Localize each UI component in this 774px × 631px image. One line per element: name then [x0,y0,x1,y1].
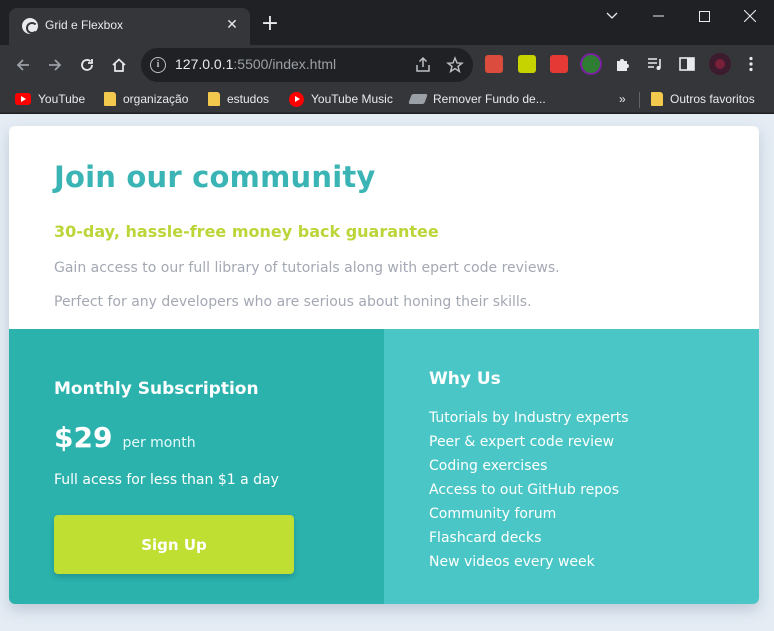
list-item: Community forum [429,506,557,522]
bookmark-label: estudos [227,92,270,106]
browser-tab[interactable]: Grid e Flexbox ✕ [9,8,250,45]
forward-icon[interactable] [43,53,67,77]
price-period: per month [122,435,196,451]
list-item: Coding exercises [429,458,548,474]
guarantee-subtitle: 30-day, hassle-free money back guarantee [54,222,439,241]
price-row: $29 per month [54,421,196,454]
why-us-list: Tutorials by Industry experts Peer & exp… [429,406,629,574]
card-top-section: Join our community 30-day, hassle-free m… [9,126,759,329]
minimize-icon[interactable] [635,0,681,32]
site-info-icon[interactable]: i [150,57,166,73]
bookmark-remover-fundo[interactable]: Remover Fundo de... [408,90,546,108]
bookmarks-separator [639,92,640,108]
browser-toolbar: i 127.0.0.1:5500/index.html [0,45,774,85]
reload-icon[interactable] [75,53,99,77]
bookmark-label: YouTube Music [311,92,393,106]
list-item: New videos every week [429,554,595,570]
todoist-extension-icon[interactable] [485,55,503,73]
bookmark-youtube[interactable]: YouTube [15,90,85,108]
bookmark-star-icon[interactable] [446,56,464,74]
folder-icon [104,92,116,106]
close-window-icon[interactable] [727,0,773,32]
subscription-description: Full acess for less than $1 a day [54,472,279,488]
bookmark-youtube-music[interactable]: YouTube Music [289,90,393,108]
bookmarks-overflow[interactable]: » [619,90,626,108]
list-item: Flashcard decks [429,530,542,546]
back-icon[interactable] [11,53,35,77]
bookmark-label: YouTube [38,92,86,106]
youtube-music-icon [289,91,304,107]
folder-icon [651,92,663,106]
tab-close-icon[interactable]: ✕ [222,15,242,35]
list-item: Tutorials by Industry experts [429,410,629,426]
list-item: Peer & expert code review [429,434,615,450]
home-icon[interactable] [107,53,131,77]
side-panel-icon[interactable] [678,55,696,73]
tab-title: Grid e Flexbox [45,18,124,32]
page-title: Join our community [54,160,376,194]
intro-text: Gain access to our full library of tutor… [54,260,560,276]
media-control-icon[interactable] [646,55,664,73]
price-amount: $29 [54,421,113,454]
money-extension-icon[interactable] [582,55,600,73]
bookmarks-bar: YouTube organização estudos YouTube Musi… [0,85,774,113]
why-us-title: Why Us [429,369,501,389]
list-item: Access to out GitHub repos [429,482,620,498]
why-us-panel: Why Us Tutorials by Industry experts Pee… [384,329,759,604]
bookmark-other[interactable]: Outros favoritos [651,90,755,108]
youtube-icon [15,93,31,105]
tab-favicon-icon [22,18,38,34]
subscription-title: Monthly Subscription [54,379,259,399]
share-icon[interactable] [414,56,432,74]
bookmark-estudos[interactable]: estudos [208,90,269,108]
address-bar[interactable]: i 127.0.0.1:5500/index.html [141,48,473,82]
bookmark-label: Remover Fundo de... [433,92,546,106]
star-extension-icon[interactable] [518,55,536,73]
address-url: 127.0.0.1:5500/index.html [175,56,337,72]
maximize-icon[interactable] [681,0,727,32]
page-viewport: Join our community 30-day, hassle-free m… [0,114,774,631]
tab-search-icon[interactable] [589,0,635,32]
subscription-panel: Monthly Subscription $29 per month Full … [9,329,384,604]
bookmark-organizacao[interactable]: organização [104,90,188,108]
layers-icon [408,94,428,104]
menu-kebab-icon[interactable] [742,55,760,73]
intro-text-secondary: Perfect for any developers who are serio… [54,294,532,310]
community-card: Join our community 30-day, hassle-free m… [9,126,759,604]
bookmark-label: organização [123,92,189,106]
profile-avatar[interactable] [709,53,731,75]
folder-icon [208,92,220,106]
video-extension-icon[interactable] [550,55,568,73]
new-tab-icon[interactable]: + [259,13,281,35]
browser-titlebar: Grid e Flexbox ✕ + [0,0,774,45]
bookmark-label: Outros favoritos [670,92,755,106]
overflow-chevron-icon: » [619,92,626,106]
extensions-puzzle-icon[interactable] [614,55,632,73]
sign-up-button[interactable]: Sign Up [54,515,294,574]
